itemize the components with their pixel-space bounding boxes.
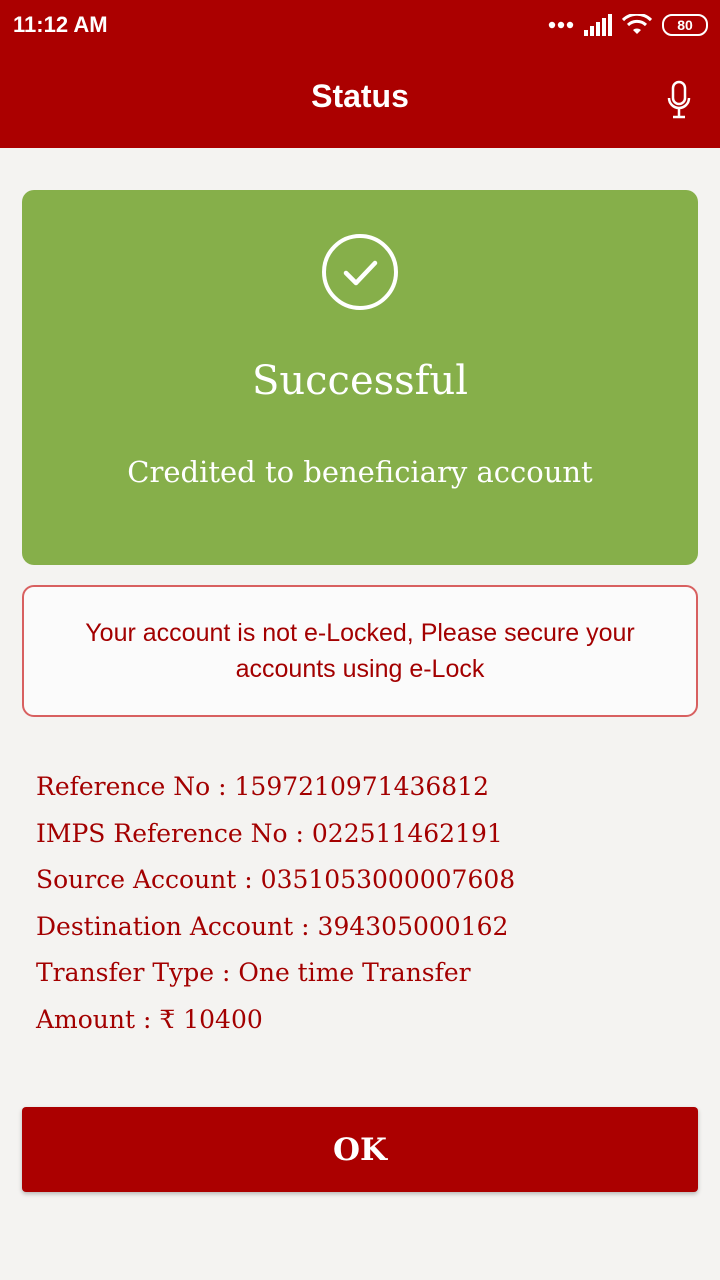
ok-button[interactable]: OK <box>22 1107 698 1192</box>
detail-label: Amount <box>36 1004 136 1034</box>
signal-icon <box>584 14 612 36</box>
detail-label: IMPS Reference No <box>36 818 288 848</box>
status-bar: 11:12 AM 80 <box>0 0 720 52</box>
dots-icon <box>548 21 574 29</box>
detail-destination-account: Destination Account : 394305000162 <box>36 911 509 941</box>
detail-imps-reference-no: IMPS Reference No : 022511462191 <box>36 818 503 848</box>
detail-transfer-type: Transfer Type : One time Transfer <box>36 958 471 987</box>
status-time: 11:12 AM <box>13 12 108 37</box>
detail-value: 1597210971436812 <box>234 772 490 801</box>
detail-amount: Amount : ₹ 10400 <box>36 1004 263 1034</box>
wifi-icon <box>622 14 652 34</box>
success-subtitle: Credited to beneficiary account <box>127 455 593 489</box>
detail-label: Reference No <box>36 772 211 801</box>
success-title: Successful <box>251 358 469 404</box>
transaction-details: Reference No : 1597210971436812 IMPS Ref… <box>36 768 696 1047</box>
microphone-icon[interactable] <box>666 80 692 120</box>
detail-value: 0351053000007608 <box>260 865 516 894</box>
detail-source-account: Source Account : 0351053000007608 <box>36 865 516 894</box>
detail-label: Destination Account <box>36 911 294 941</box>
detail-value: One time Transfer <box>238 958 471 987</box>
detail-value: 022511462191 <box>311 818 503 848</box>
app-bar: Status <box>0 52 720 148</box>
detail-value: ₹ 10400 <box>159 1004 263 1034</box>
status-icons: 80 <box>548 12 708 38</box>
battery-icon: 80 <box>662 14 708 36</box>
success-card: Successful Credited to beneficiary accou… <box>22 190 698 565</box>
detail-value: 394305000162 <box>317 911 509 941</box>
detail-label: Transfer Type <box>36 958 215 987</box>
elock-warning-text: Your account is not e-Locked, Please sec… <box>85 619 635 683</box>
check-circle-icon <box>322 234 398 310</box>
detail-reference-no: Reference No : 1597210971436812 <box>36 772 490 801</box>
detail-label: Source Account <box>36 865 237 894</box>
page-title: Status <box>311 78 409 114</box>
elock-warning: Your account is not e-Locked, Please sec… <box>22 585 698 717</box>
